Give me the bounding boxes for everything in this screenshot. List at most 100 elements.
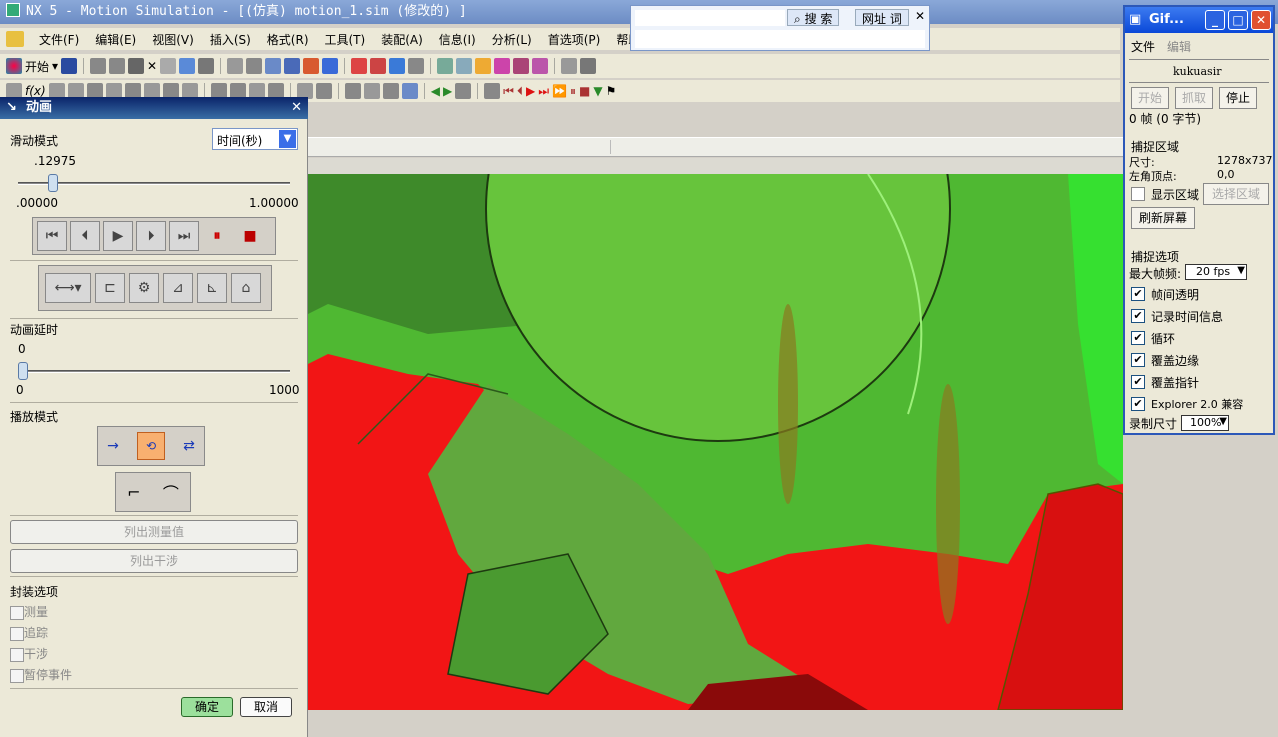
interference-icon[interactable]: ⊿	[163, 273, 193, 303]
menu-file[interactable]: 文件(F)	[38, 29, 80, 50]
pin-icon[interactable]: ↘	[6, 97, 17, 119]
tool18-icon[interactable]	[382, 83, 399, 99]
force-icon[interactable]	[532, 58, 549, 74]
option-checkbox[interactable]: ✔	[1131, 353, 1145, 367]
flag-icon[interactable]: ⚑	[606, 84, 617, 98]
list-interference-button[interactable]: 列出干涉	[10, 549, 298, 573]
spring-icon[interactable]	[475, 58, 492, 74]
time-slider-track[interactable]	[18, 182, 290, 185]
menu-assembly[interactable]: 装配(A)	[380, 29, 424, 50]
select-area-button[interactable]: 选择区域	[1203, 183, 1269, 205]
option-checkbox[interactable]: ✔	[1131, 309, 1145, 323]
anim-first-icon[interactable]: ⏮	[503, 84, 514, 99]
link-icon[interactable]	[370, 58, 387, 74]
refresh-screen-button[interactable]: 刷新屏幕	[1131, 207, 1195, 229]
chevron-down-icon[interactable]: ▾	[52, 59, 58, 73]
close-icon[interactable]: ✕	[915, 9, 925, 23]
time-slider-thumb[interactable]	[48, 174, 59, 192]
linkage-alt-icon[interactable]: ⌒	[163, 480, 179, 504]
trace-icon[interactable]: ⊏	[95, 273, 125, 303]
fx-icon[interactable]: f(x)	[25, 84, 46, 98]
fit-icon[interactable]	[246, 58, 263, 74]
option-checkbox[interactable]: ✔	[1131, 287, 1145, 301]
package-option-interference[interactable]: 干涉	[10, 645, 48, 662]
last-frame-icon[interactable]: ⏭	[169, 221, 199, 251]
chevron-down-icon[interactable]: ▼	[279, 130, 296, 148]
cube-icon[interactable]	[389, 58, 406, 74]
menu-analysis[interactable]: 分析(L)	[491, 29, 533, 50]
gif-start-button[interactable]: 开始	[1131, 87, 1169, 109]
pause-event-icon[interactable]: ⊾	[197, 273, 227, 303]
tool17-icon[interactable]	[363, 83, 380, 99]
anim-next-icon[interactable]: ⏭	[538, 84, 549, 99]
menu-format[interactable]: 格式(R)	[266, 29, 310, 50]
tool16-icon[interactable]	[344, 83, 361, 99]
rotate-icon[interactable]	[284, 58, 301, 74]
cut-icon[interactable]	[90, 58, 107, 74]
anim-icon[interactable]	[484, 83, 501, 99]
menu-edit[interactable]: 编辑(E)	[94, 29, 137, 50]
paste-icon[interactable]	[128, 58, 145, 74]
zoom-icon[interactable]	[265, 58, 282, 74]
start-button[interactable]: 开始	[25, 58, 49, 75]
linkage-icon[interactable]: ⌐	[127, 483, 140, 502]
panel-close-icon[interactable]: ✕	[291, 97, 302, 119]
menu-view[interactable]: 视图(V)	[151, 29, 195, 50]
chevron-down-icon[interactable]: ▼	[1237, 265, 1245, 276]
select-icon[interactable]	[179, 58, 196, 74]
gear-icon[interactable]	[456, 58, 473, 74]
stop-icon[interactable]: ■	[235, 221, 265, 251]
menu-preferences[interactable]: 首选项(P)	[547, 29, 602, 50]
chevron-down-icon[interactable]: ▼	[1219, 416, 1227, 427]
delay-slider-track[interactable]	[18, 370, 290, 373]
menu-tools[interactable]: 工具(T)	[324, 29, 367, 50]
package-option-pause[interactable]: 暂停事件	[10, 666, 72, 683]
measure-icon[interactable]	[561, 58, 578, 74]
angle-icon[interactable]	[580, 58, 597, 74]
anim-prev-icon[interactable]: ⏴	[517, 84, 523, 99]
menu-info[interactable]: 信息(I)	[438, 29, 477, 50]
snap-icon[interactable]	[198, 58, 215, 74]
max-fps-select[interactable]: 20 fps ▼	[1185, 264, 1247, 280]
pan-icon[interactable]	[303, 58, 320, 74]
arrow-left-icon[interactable]: ◀	[431, 84, 440, 98]
refresh-icon[interactable]	[455, 83, 472, 99]
list-measurements-button[interactable]: 列出测量值	[10, 520, 298, 544]
url-input[interactable]	[635, 30, 925, 48]
next-frame-icon[interactable]: ⏵	[136, 221, 166, 251]
option-checkbox[interactable]: ✔	[1131, 375, 1145, 389]
option-checkbox[interactable]: ✔	[1131, 397, 1145, 411]
checkbox[interactable]	[10, 626, 24, 641]
anim-play-icon[interactable]: ▶	[526, 84, 535, 98]
show-area-checkbox[interactable]	[1131, 187, 1145, 201]
menu-insert[interactable]: 插入(S)	[209, 29, 252, 50]
gif-menu-edit[interactable]: 编辑	[1167, 38, 1191, 55]
cancel-button[interactable]: 取消	[240, 697, 292, 717]
checkbox[interactable]	[10, 605, 24, 620]
delay-slider-thumb[interactable]	[18, 362, 28, 380]
play-once-icon[interactable]: →	[107, 438, 119, 454]
save-icon[interactable]	[61, 58, 78, 74]
motion-icon[interactable]	[351, 58, 368, 74]
slide-mode-select[interactable]: 时间(秒) ▼	[212, 128, 298, 150]
layer-icon[interactable]	[408, 58, 425, 74]
grid-icon[interactable]	[401, 83, 418, 99]
loop-icon[interactable]: ⟲	[136, 432, 165, 460]
damper-icon[interactable]	[494, 58, 511, 74]
pause-icon[interactable]: ⏸	[202, 221, 232, 251]
joint-icon[interactable]	[437, 58, 454, 74]
checkbox[interactable]	[10, 668, 24, 683]
anim-stop-icon[interactable]: ■	[579, 84, 590, 98]
package-option-measure[interactable]: 测量	[10, 603, 48, 620]
option-checkbox[interactable]: ✔	[1131, 331, 1145, 345]
copy-icon[interactable]	[109, 58, 126, 74]
package-option-trace[interactable]: 追踪	[10, 624, 48, 641]
play-icon[interactable]: ▶	[103, 221, 133, 251]
delete-icon[interactable]: ✕	[147, 59, 157, 73]
anim-pause-icon[interactable]: ⏸	[570, 84, 576, 99]
close-icon[interactable]: ✕	[1251, 10, 1271, 30]
record-size-select[interactable]: 100% ▼	[1181, 415, 1229, 431]
render-icon[interactable]	[322, 58, 339, 74]
site-button[interactable]: 网址 词	[855, 9, 909, 26]
minimize-icon[interactable]: _	[1205, 10, 1225, 30]
